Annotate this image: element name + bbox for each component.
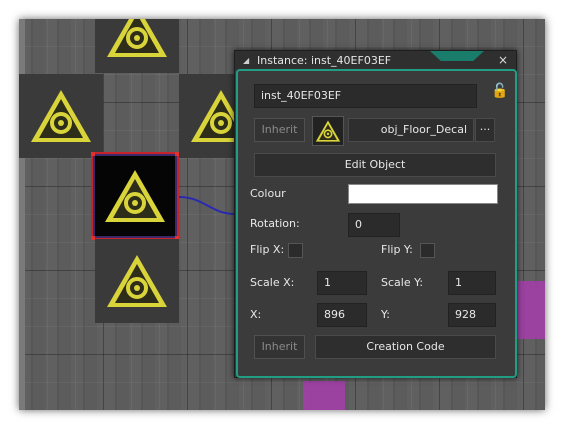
instance-dialog: ◢ Instance: inst_40EF03EF × inst_40EF03E… xyxy=(234,50,517,378)
y-label: Y: xyxy=(381,308,390,321)
flip-x-label: Flip X: xyxy=(250,243,285,256)
scale-x-field[interactable]: 1 xyxy=(317,271,367,295)
rotation-field[interactable]: 0 xyxy=(348,213,400,237)
instance-marker[interactable] xyxy=(303,381,345,410)
instance-name-field[interactable]: inst_40EF03EF xyxy=(254,84,477,108)
triangle-collapse-icon[interactable]: ◢ xyxy=(243,51,249,70)
inherit-button[interactable]: Inherit xyxy=(254,118,305,142)
y-position-field[interactable]: 928 xyxy=(448,303,496,327)
dialog-title: Instance: inst_40EF03EF xyxy=(257,54,392,67)
biohazard-icon xyxy=(315,120,341,142)
colour-label: Colour xyxy=(250,187,286,200)
lock-icon[interactable]: 🔓 xyxy=(491,83,508,99)
dialog-body: inst_40EF03EF 🔓 Inherit obj_Floor_Decal … xyxy=(236,69,517,378)
object-menu-button[interactable]: ··· xyxy=(475,118,495,142)
titlebar-notch xyxy=(430,51,484,61)
scale-y-field[interactable]: 1 xyxy=(448,271,496,295)
flip-y-checkbox[interactable] xyxy=(420,243,435,258)
colour-swatch[interactable] xyxy=(348,184,498,204)
instance-marker[interactable] xyxy=(516,281,545,339)
edit-object-button[interactable]: Edit Object xyxy=(254,153,496,177)
scale-y-label: Scale Y: xyxy=(381,276,424,289)
flip-x-checkbox[interactable] xyxy=(288,243,303,258)
dialog-titlebar[interactable]: ◢ Instance: inst_40EF03EF × xyxy=(235,51,516,70)
object-sprite-thumbnail[interactable] xyxy=(312,116,344,146)
inherit-creation-code-button[interactable]: Inherit xyxy=(254,335,305,359)
flip-y-label: Flip Y: xyxy=(381,243,413,256)
close-icon[interactable]: × xyxy=(498,51,508,70)
object-name-button[interactable]: obj_Floor_Decal xyxy=(348,118,474,142)
scale-x-label: Scale X: xyxy=(250,276,295,289)
x-position-field[interactable]: 896 xyxy=(317,303,367,327)
x-label: X: xyxy=(250,308,262,321)
creation-code-button[interactable]: Creation Code xyxy=(315,335,496,359)
rotation-label: Rotation: xyxy=(250,217,300,230)
